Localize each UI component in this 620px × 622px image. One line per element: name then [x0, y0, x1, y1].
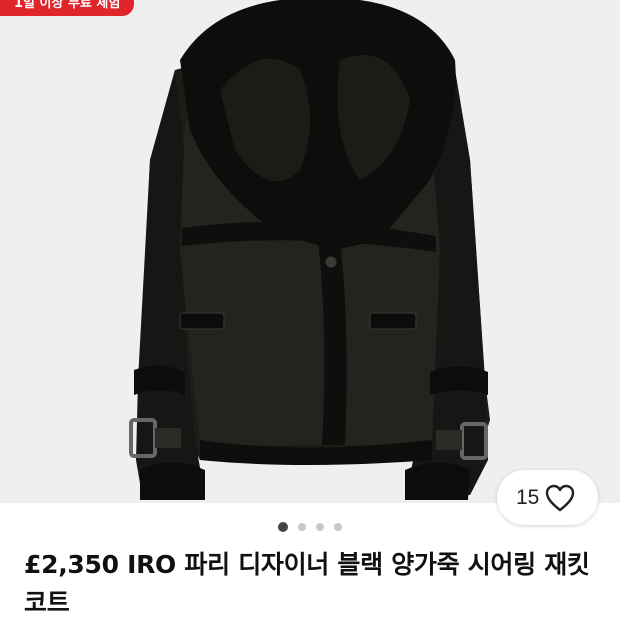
heart-outline-icon — [545, 484, 575, 516]
product-title: £2,350 IRO 파리 디자이너 블랙 양가죽 시어링 재킷 코트 — [24, 550, 590, 617]
promo-badge: 1일 이상 무료 체험 — [0, 0, 135, 16]
carousel-dot-4[interactable] — [334, 523, 342, 531]
carousel-dot-1[interactable] — [278, 522, 288, 532]
carousel-dot-3[interactable] — [316, 523, 324, 531]
like-count: 15 — [516, 485, 540, 509]
like-button[interactable]: 15 — [497, 470, 598, 525]
carousel-dot-2[interactable] — [298, 523, 306, 531]
carousel-indicator — [0, 522, 620, 532]
coat-image — [129, 0, 490, 500]
product-photo[interactable]: 1일 이상 무료 체험 — [0, 0, 620, 503]
